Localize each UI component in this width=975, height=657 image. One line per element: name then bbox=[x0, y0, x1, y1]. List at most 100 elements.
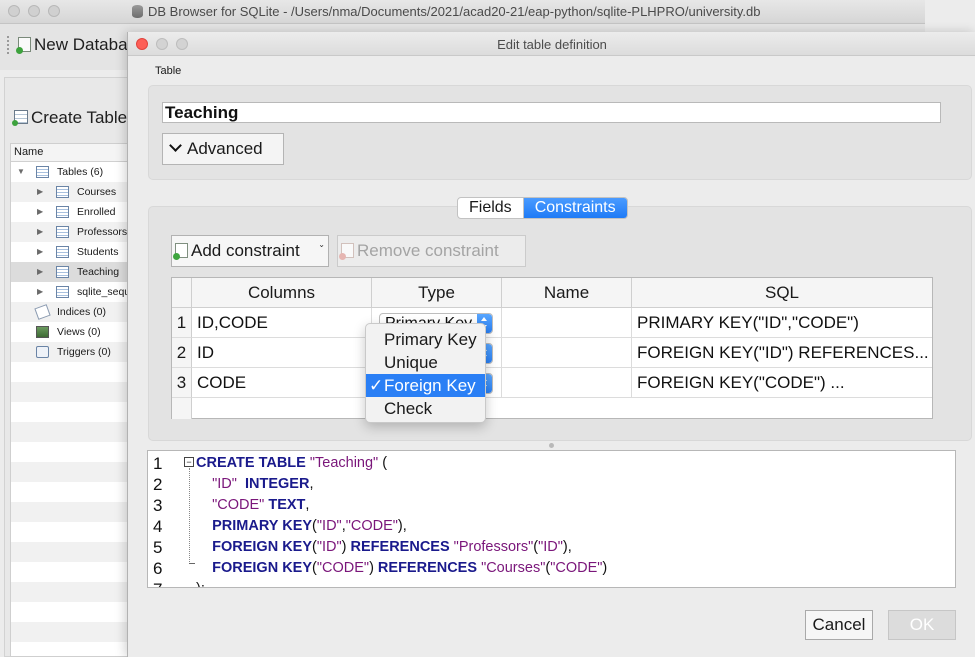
cancel-button[interactable]: Cancel bbox=[805, 610, 873, 640]
tree-empty-row bbox=[11, 482, 139, 502]
create-table-button[interactable]: Create Table bbox=[12, 108, 128, 128]
advanced-toggle-button[interactable]: Advanced bbox=[162, 133, 284, 165]
main-window-title-text: DB Browser for SQLite - /Users/nma/Docum… bbox=[148, 4, 761, 19]
line-number: 3 bbox=[153, 496, 163, 515]
tree-item-courses[interactable]: ▶ Courses bbox=[11, 182, 139, 202]
sql-keyword: FOREIGN KEY bbox=[212, 539, 313, 555]
menu-item-primary-key[interactable]: Primary Key bbox=[366, 328, 485, 351]
sql-identifier: "CODE" bbox=[316, 560, 370, 576]
menu-item-label: Check bbox=[384, 399, 433, 418]
column-header-columns[interactable]: Columns bbox=[192, 278, 372, 308]
tree-item-label: Enrolled bbox=[77, 206, 116, 218]
row-header-empty bbox=[172, 398, 192, 419]
line-number: 2 bbox=[153, 475, 163, 494]
tree-item-label: Students bbox=[77, 246, 119, 258]
cell-sql[interactable]: FOREIGN KEY("ID") REFERENCES... bbox=[632, 338, 932, 368]
row-number[interactable]: 2 bbox=[172, 338, 192, 368]
expand-arrow-icon[interactable]: ▶ bbox=[37, 242, 43, 262]
sql-keyword: TEXT bbox=[268, 497, 306, 513]
expand-arrow-icon[interactable]: ▶ bbox=[37, 222, 43, 242]
fold-guide-end bbox=[189, 563, 195, 564]
splitter-handle[interactable] bbox=[549, 443, 554, 448]
constraints-table[interactable]: Columns Type Name SQL 1 ID,CODE Primary … bbox=[171, 277, 933, 419]
line-number: 6 bbox=[153, 559, 163, 578]
menu-item-label: Foreign Key bbox=[384, 376, 476, 395]
dialog-title: Edit table definition bbox=[497, 37, 607, 52]
table-name-input[interactable]: Teaching bbox=[162, 102, 941, 123]
table-group-label: Table bbox=[155, 65, 182, 77]
expand-arrow-icon[interactable]: ▶ bbox=[37, 202, 43, 222]
remove-constraint-button[interactable]: Remove constraint bbox=[337, 235, 526, 267]
row-number[interactable]: 3 bbox=[172, 368, 192, 398]
table-icon bbox=[56, 286, 69, 298]
minimize-window-button[interactable] bbox=[28, 5, 40, 17]
sql-code-line: "ID" INTEGER, bbox=[196, 474, 313, 495]
zoom-window-button[interactable] bbox=[48, 5, 60, 17]
tree-item-label: Triggers (0) bbox=[57, 346, 111, 358]
tree-empty-row bbox=[11, 602, 139, 622]
tab-constraints[interactable]: Constraints bbox=[523, 198, 627, 218]
expand-arrow-icon[interactable]: ▶ bbox=[37, 282, 43, 302]
cell-name[interactable] bbox=[502, 338, 632, 368]
cell-columns[interactable]: ID bbox=[192, 338, 372, 368]
menu-item-unique[interactable]: Unique bbox=[366, 351, 485, 374]
menu-item-foreign-key[interactable]: ✓ Foreign Key bbox=[366, 374, 485, 397]
cell-columns[interactable]: CODE bbox=[192, 368, 372, 398]
expand-arrow-icon[interactable]: ▶ bbox=[37, 262, 43, 282]
dropdown-arrow-icon: ⌄ bbox=[318, 240, 325, 249]
cell-columns[interactable]: ID,CODE bbox=[192, 308, 372, 338]
cell-name[interactable] bbox=[502, 368, 632, 398]
add-constraint-label: Add constraint bbox=[191, 241, 300, 260]
line-number: 5 bbox=[153, 538, 163, 557]
create-table-label: Create Table bbox=[31, 108, 128, 127]
column-header-sql[interactable]: SQL bbox=[632, 278, 932, 308]
new-database-button[interactable]: New Databa bbox=[16, 35, 128, 55]
column-header-type[interactable]: Type bbox=[372, 278, 502, 308]
cell-name[interactable] bbox=[502, 308, 632, 338]
cell-sql[interactable]: PRIMARY KEY("ID","CODE") bbox=[632, 308, 932, 338]
sql-text: ); bbox=[196, 581, 205, 587]
fold-marker-icon[interactable]: − bbox=[184, 457, 194, 467]
sql-identifier: "ID" bbox=[212, 476, 237, 492]
tree-item-professors[interactable]: ▶ Professors bbox=[11, 222, 139, 242]
line-number: 7 bbox=[153, 579, 162, 587]
tab-fields[interactable]: Fields bbox=[458, 198, 524, 218]
menu-item-check[interactable]: Check bbox=[366, 397, 485, 420]
cell-sql[interactable]: FOREIGN KEY("CODE") ... bbox=[632, 368, 932, 398]
toolbar-grip[interactable] bbox=[7, 36, 10, 54]
tree-item-tables[interactable]: ▼ Tables (6) bbox=[11, 162, 139, 182]
tree-item-enrolled[interactable]: ▶ Enrolled bbox=[11, 202, 139, 222]
sql-identifier: "Courses" bbox=[481, 560, 546, 576]
tree-empty-row bbox=[11, 502, 139, 522]
fold-guide bbox=[189, 468, 190, 564]
schema-tree[interactable]: Name ▼ Tables (6) ▶ Courses ▶ Enrolled ▶… bbox=[10, 143, 140, 657]
table-icon bbox=[56, 246, 69, 258]
collapse-arrow-icon[interactable]: ▼ bbox=[17, 162, 25, 182]
tree-item-students[interactable]: ▶ Students bbox=[11, 242, 139, 262]
tree-item-label: Views (0) bbox=[57, 326, 101, 338]
tree-item-sqlite-sequence[interactable]: ▶ sqlite_sequ bbox=[11, 282, 139, 302]
sql-text: ) bbox=[369, 560, 378, 576]
tree-empty-row bbox=[11, 462, 139, 482]
dialog-titlebar[interactable]: Edit table definition bbox=[128, 32, 975, 56]
line-number: 1 bbox=[153, 454, 163, 473]
table-icon bbox=[56, 206, 69, 218]
add-constraint-button[interactable]: Add constraint ⌄ bbox=[171, 235, 329, 267]
tree-item-triggers[interactable]: Triggers (0) bbox=[11, 342, 139, 362]
close-window-button[interactable] bbox=[8, 5, 20, 17]
tree-item-label: Teaching bbox=[77, 266, 120, 278]
tree-item-views[interactable]: Views (0) bbox=[11, 322, 139, 342]
tab-bar: Fields Constraints bbox=[457, 197, 628, 219]
edit-table-dialog: Edit table definition Table Teaching Adv… bbox=[127, 32, 975, 657]
column-header-name[interactable]: Name bbox=[502, 278, 632, 308]
tree-item-teaching[interactable]: ▶ Teaching bbox=[11, 262, 139, 282]
row-number[interactable]: 1 bbox=[172, 308, 192, 338]
tree-item-indices[interactable]: Indices (0) bbox=[11, 302, 139, 322]
main-titlebar: DB Browser for SQLite - /Users/nma/Docum… bbox=[0, 0, 925, 24]
expand-arrow-icon[interactable]: ▶ bbox=[37, 182, 43, 202]
tree-header-name[interactable]: Name bbox=[11, 144, 139, 162]
sql-preview-editor[interactable]: − 1 CREATE TABLE "Teaching" (2 "ID" INTEG… bbox=[147, 450, 956, 588]
ok-button[interactable]: OK bbox=[888, 610, 956, 640]
